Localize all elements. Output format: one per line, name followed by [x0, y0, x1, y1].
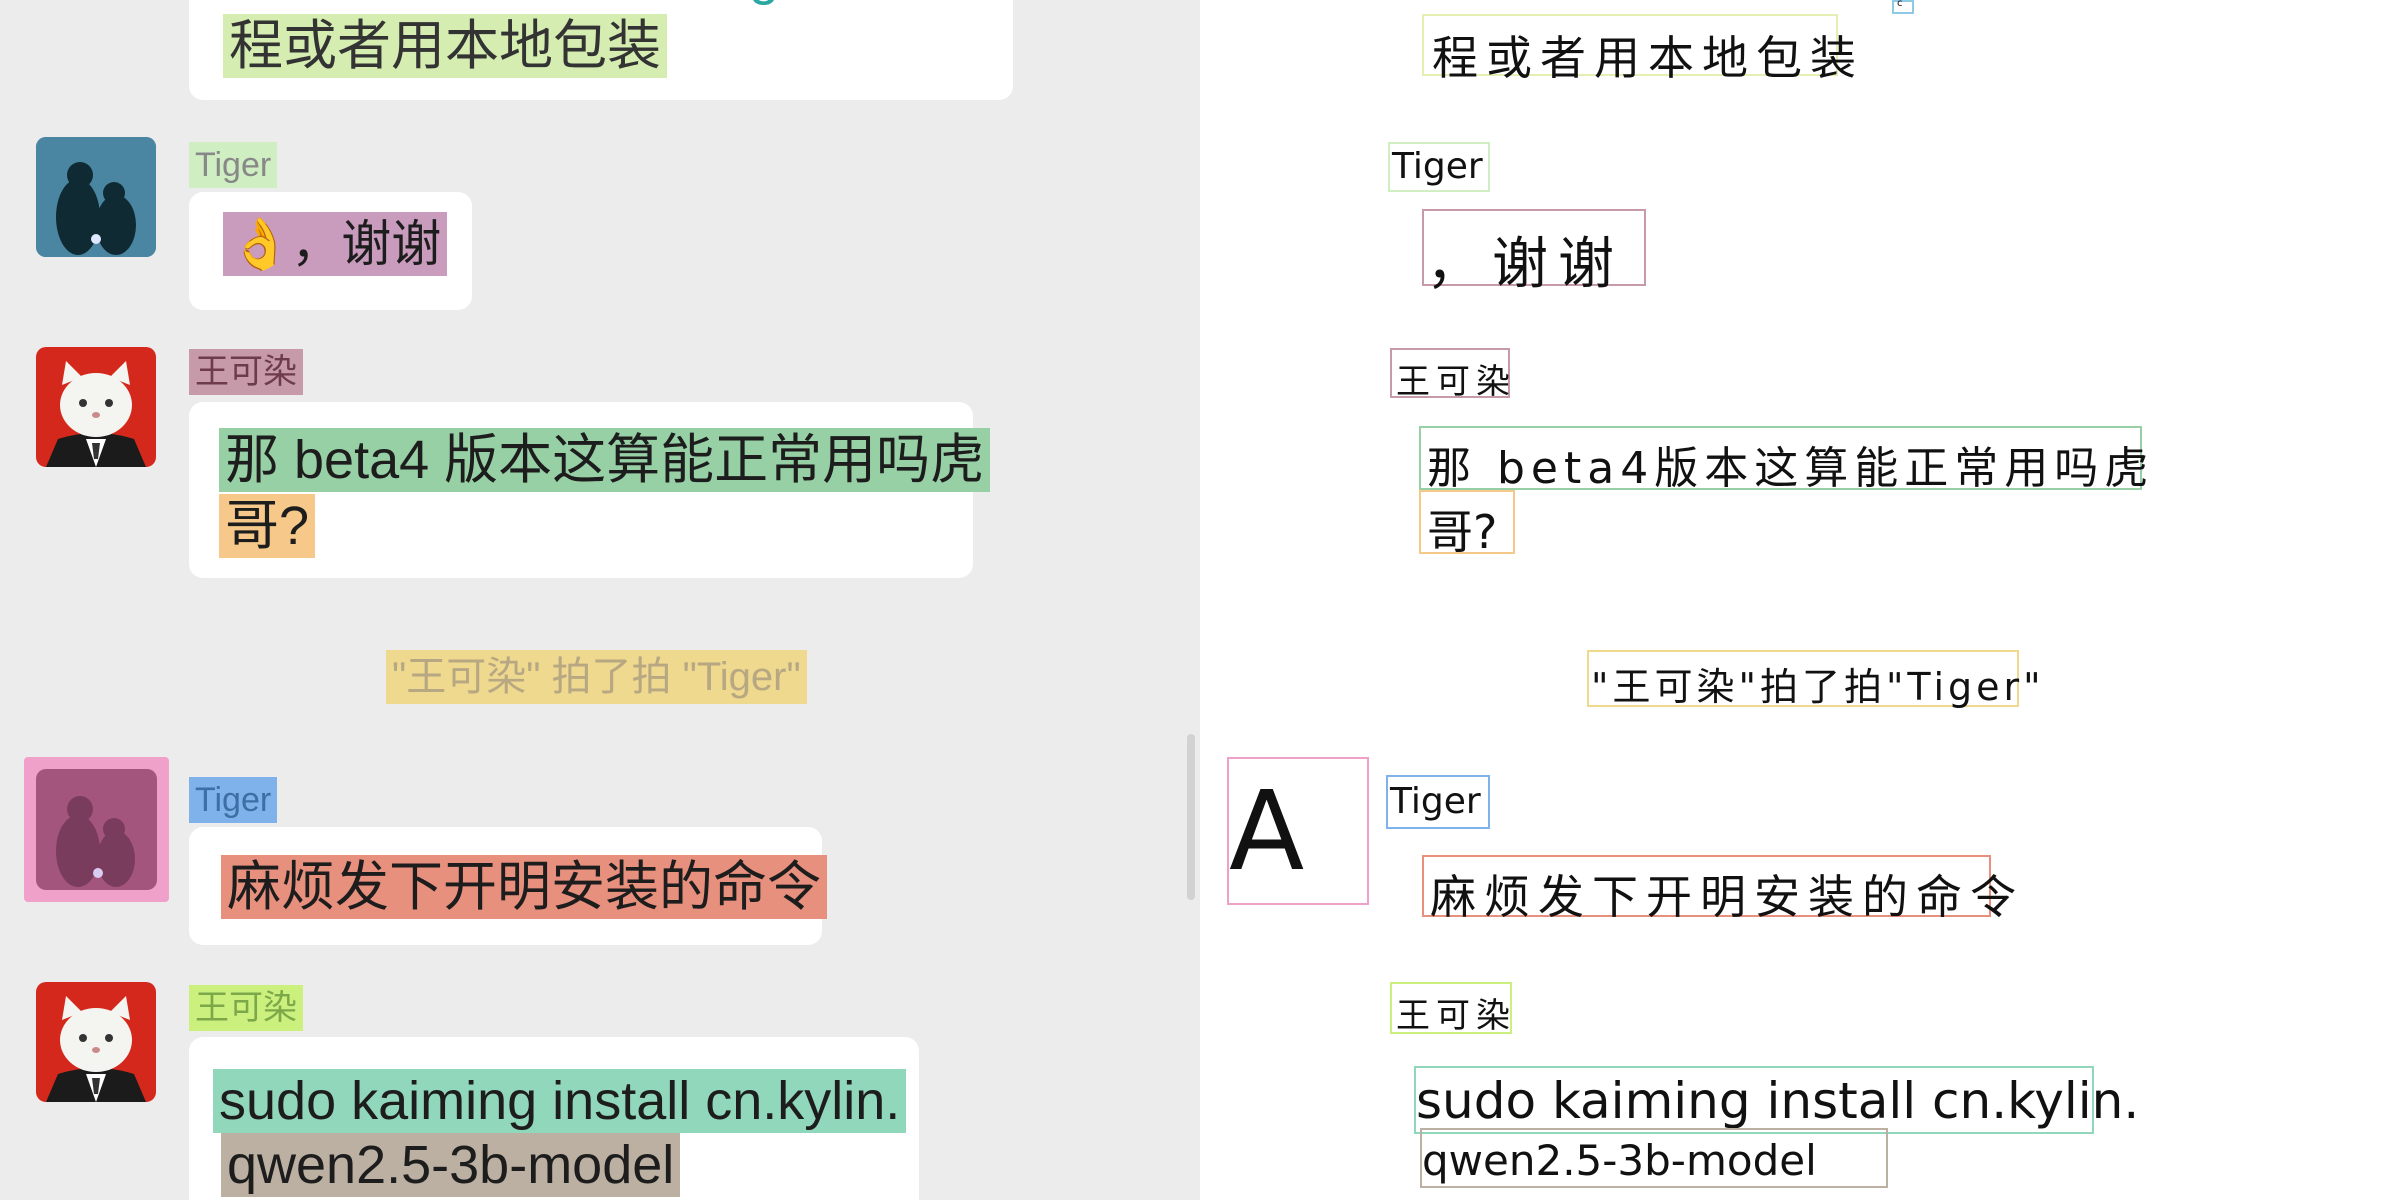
annotation-text: "王可染"拍了拍"Tiger" [1591, 665, 2045, 709]
annotation-text: Tiger [1390, 781, 1481, 822]
cat-avatar-icon [36, 347, 156, 467]
message-bubble[interactable]: 👌，谢谢 [189, 192, 472, 310]
message-bubble[interactable]: …g… 程或者用本地包装 [189, 0, 1013, 100]
penguin-avatar-icon [36, 137, 156, 257]
message-text-line: 哥? [219, 494, 316, 558]
annotation-box: 程或者用本地包装 [1422, 14, 1856, 85]
annotation-text: 哥? [1427, 505, 1498, 559]
message-text: 程或者用本地包装 [223, 14, 667, 78]
avatar-wangkeran[interactable] [36, 982, 156, 1102]
message-bubble[interactable]: 那 beta4 版本这算能正常用吗虎 哥? [189, 402, 991, 578]
scrollbar-thumb[interactable] [1187, 734, 1195, 900]
annotation-box: "王可染"拍了拍"Tiger" [1587, 650, 2041, 709]
annotation-text: Tiger [1392, 146, 1483, 187]
annotation-box: 王可染 [1390, 982, 1512, 1036]
annotation-box: 那 beta4版本这算能正常用吗虎 [1419, 426, 2148, 494]
chat-panel: …g… 程或者用本地包装 Tiger 👌，谢谢 [0, 0, 1200, 1200]
cat-avatar-icon [36, 982, 156, 1102]
annotation-box: 王可染 [1390, 348, 1510, 402]
annotation-text: 程或者用本地包装 [1432, 31, 1864, 85]
annotation-box: sudo kaiming install cn.kylin. [1414, 1066, 2139, 1134]
annotation-text: sudo kaiming install cn.kylin. [1416, 1072, 2140, 1130]
annotation-box: 麻烦发下开明安装的命令 [1422, 855, 2016, 924]
annotation-text: 麻烦发下开明安装的命令 [1430, 870, 2024, 924]
avatar-tiger[interactable] [24, 757, 169, 902]
message-text-line: sudo kaiming install cn.kylin. [213, 1069, 907, 1133]
annotation-text: 王可染 [1396, 362, 1516, 402]
sender-name: 王可染 [189, 985, 303, 1031]
annotation-box: qwen2.5-3b-model [1420, 1128, 1888, 1188]
annotation-text: qwen2.5-3b-model [1422, 1136, 1817, 1185]
annotation-box: 哥? [1419, 490, 1515, 559]
annotation-box: Tiger [1388, 142, 1490, 192]
sender-name: Tiger [189, 142, 278, 188]
annotation-text: A [1229, 767, 1305, 895]
message-line-clipped: …g… [689, 0, 839, 8]
message-text: 👌，谢谢 [223, 212, 448, 276]
annotation-text: 王可染 [1396, 996, 1516, 1036]
annotation-box: ，谢谢 [1422, 209, 1646, 297]
sender-name: 王可染 [189, 349, 303, 395]
system-tickle-notice: "王可染" 拍了拍 "Tiger" [386, 650, 807, 704]
annotation-panel: c 程或者用本地包装 Tiger ，谢谢 王可染 那 beta4版本这算能正常用… [1200, 0, 2400, 1200]
message-bubble[interactable]: 麻烦发下开明安装的命令 [189, 827, 827, 945]
annotation-tiny-mark: c [1897, 0, 1903, 9]
sender-name: Tiger [189, 777, 278, 823]
penguin-avatar-icon [36, 769, 157, 890]
avatar-wangkeran[interactable] [36, 347, 156, 467]
annotation-box: Tiger [1386, 775, 1490, 829]
annotation-box: c [1892, 0, 1914, 14]
message-bubble[interactable]: sudo kaiming install cn.kylin. qwen2.5-3… [189, 1037, 919, 1200]
annotation-text: 那 beta4版本这算能正常用吗虎 [1427, 443, 2155, 494]
message-text: 麻烦发下开明安装的命令 [221, 855, 827, 919]
avatar-tiger[interactable] [36, 137, 156, 257]
annotation-box: A [1227, 757, 1369, 905]
screenshot: …g… 程或者用本地包装 Tiger 👌，谢谢 [0, 0, 2400, 1200]
annotation-text: ，谢谢 [1426, 232, 1624, 297]
message-text-line: 那 beta4 版本这算能正常用吗虎 [219, 428, 991, 492]
message-text-line: qwen2.5-3b-model [221, 1133, 681, 1197]
